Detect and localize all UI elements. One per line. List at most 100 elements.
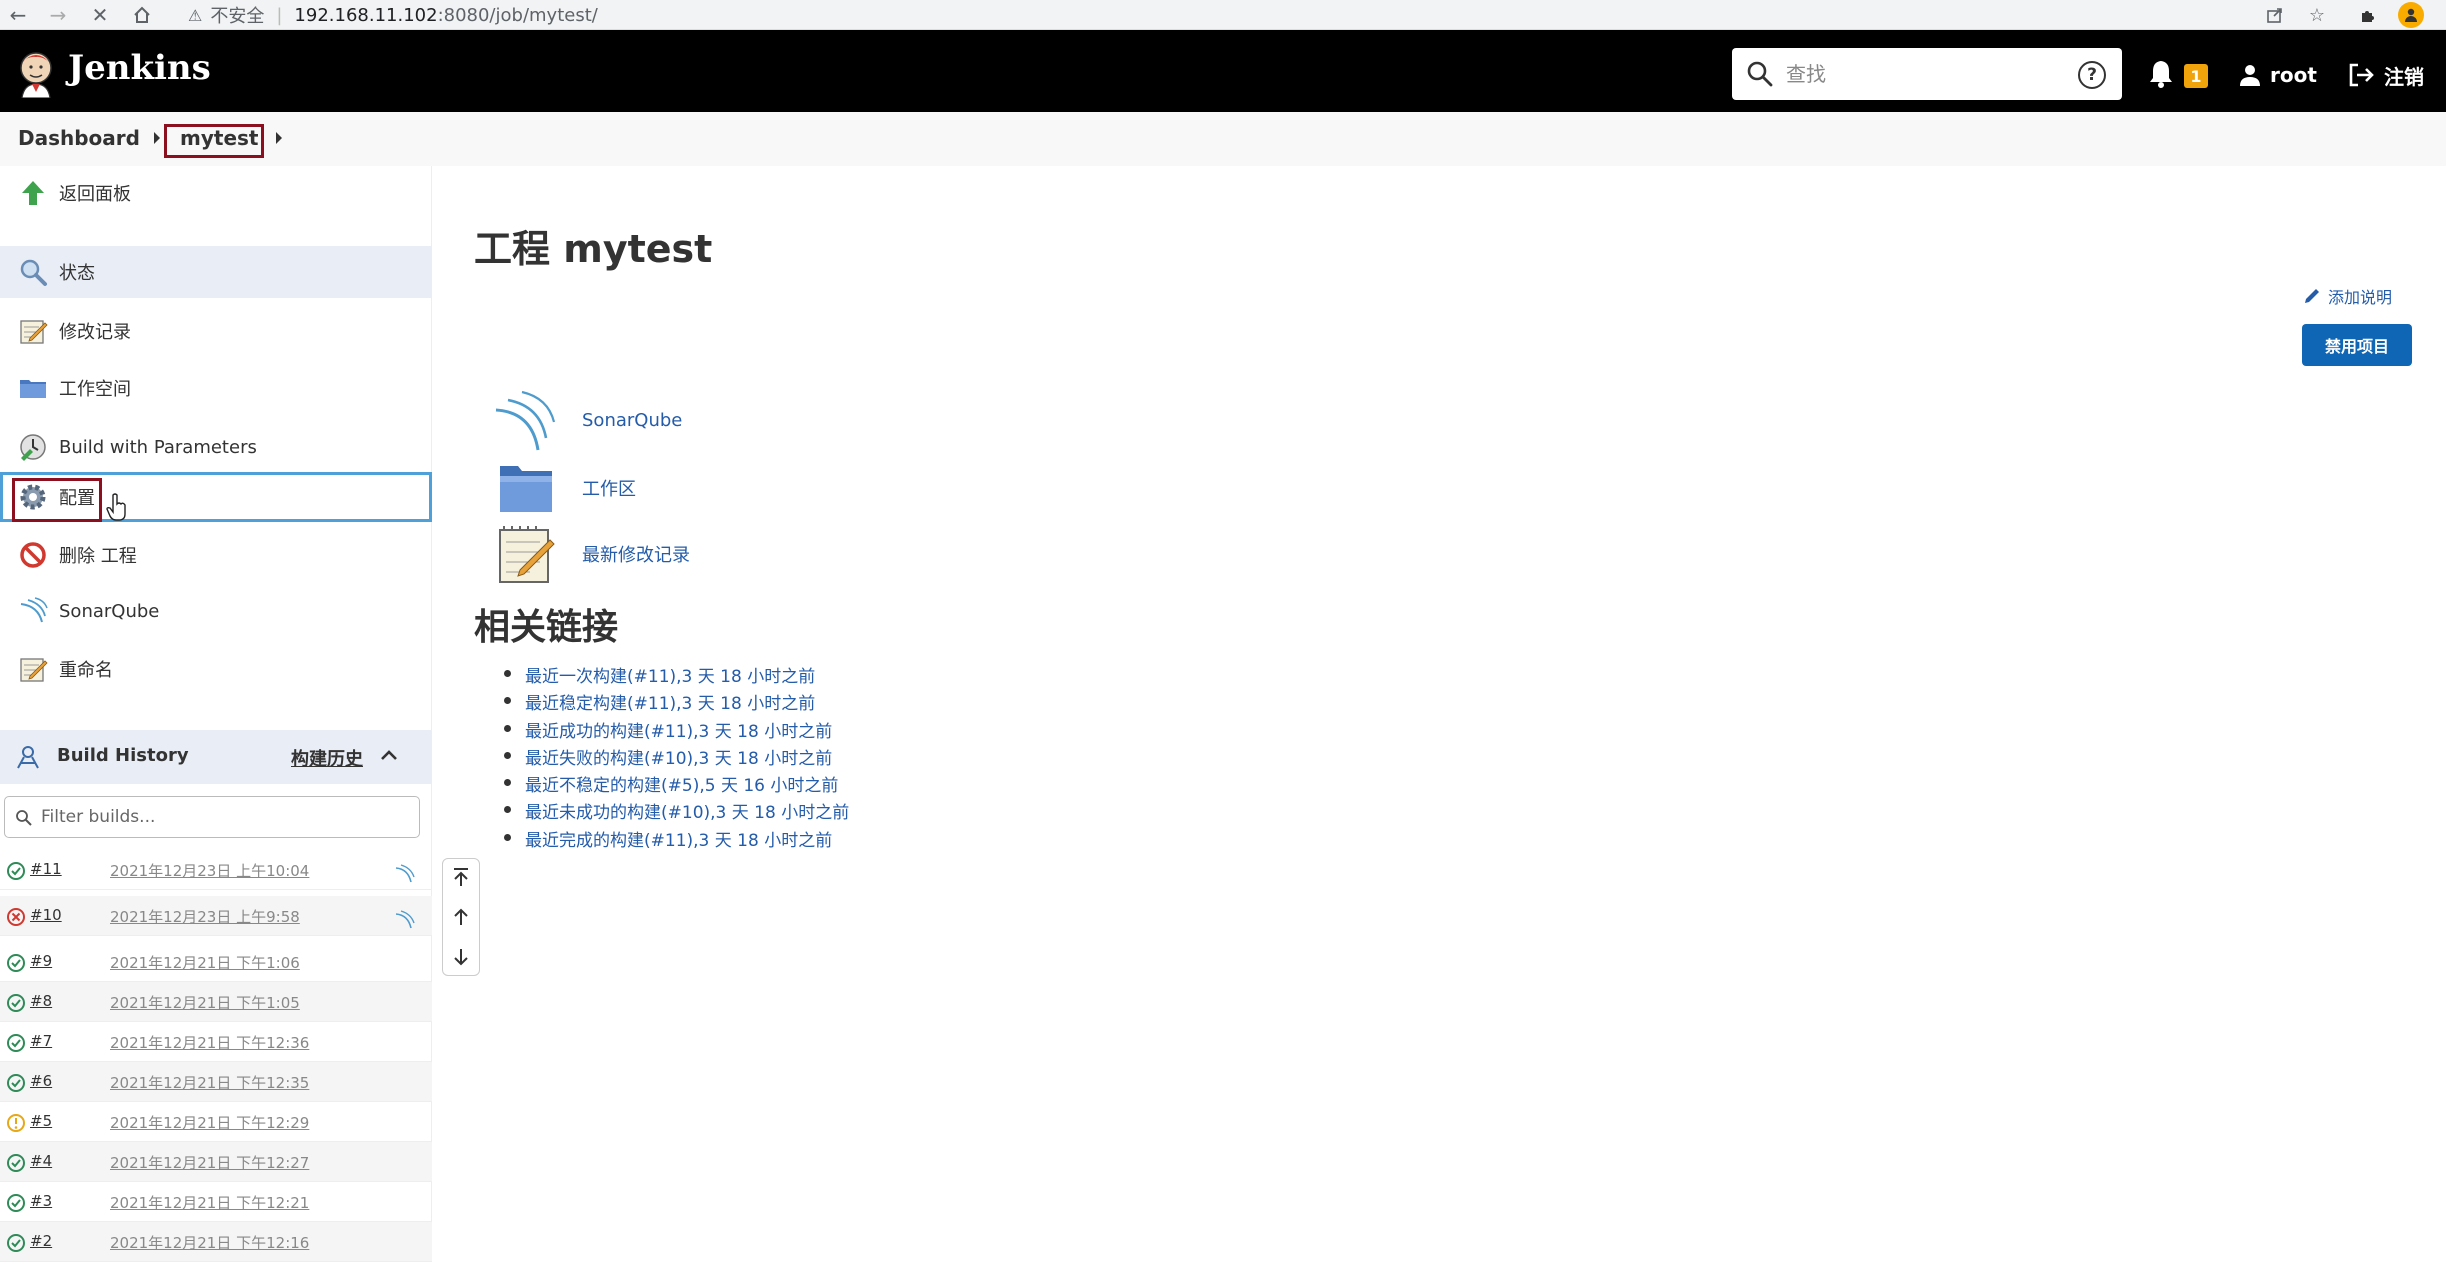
share-icon[interactable] xyxy=(2262,3,2288,27)
sidebar-item-label: 工作空间 xyxy=(59,379,131,400)
pencil-icon xyxy=(2305,289,2319,303)
build-row: #11 2021年12月23日 上午10:04 xyxy=(0,850,432,890)
breadcrumb-arrow-icon[interactable] xyxy=(276,132,282,144)
breadcrumb: Dashboard mytest xyxy=(0,112,2446,166)
logout-link[interactable]: 注销 xyxy=(2348,60,2424,90)
sidebar-item-status[interactable]: 状态 xyxy=(0,246,432,298)
add-description-link[interactable]: 添加说明 xyxy=(2302,284,2392,308)
build-date-link[interactable]: 2021年12月21日 下午12:27 xyxy=(110,1152,309,1173)
build-date-link[interactable]: 2021年12月21日 下午12:16 xyxy=(110,1232,309,1253)
sidebar-item-changes[interactable]: 修改记录 xyxy=(0,302,432,360)
build-date-link[interactable]: 2021年12月23日 上午10:04 xyxy=(110,860,309,881)
jenkins-logo-icon[interactable] xyxy=(14,48,58,98)
user-icon xyxy=(2240,65,2260,86)
scroll-down-icon[interactable] xyxy=(451,945,471,969)
build-date-link[interactable]: 2021年12月21日 下午12:29 xyxy=(110,1112,309,1133)
bell-icon[interactable] xyxy=(2148,58,2174,88)
help-icon[interactable]: ? xyxy=(2078,61,2106,89)
build-number-link[interactable]: #11 xyxy=(30,860,62,878)
build-date-link[interactable]: 2021年12月21日 下午12:36 xyxy=(110,1032,309,1053)
action-label: 最新修改记录 xyxy=(582,545,690,566)
breadcrumb-dashboard[interactable]: Dashboard xyxy=(18,126,140,150)
build-clock-icon xyxy=(20,434,46,461)
permalink-last-build[interactable]: 最近一次构建(#11),3 天 18 小时之前 xyxy=(502,662,849,689)
filter-builds-input[interactable] xyxy=(41,803,401,831)
notepad-icon xyxy=(499,526,555,583)
sidebar-item-rename[interactable]: 重命名 xyxy=(0,640,432,698)
build-history-icon xyxy=(17,746,39,769)
url-host: 192.168.11.102 xyxy=(294,4,438,26)
build-row: #7 2021年12月21日 下午12:36 xyxy=(0,1022,432,1062)
build-date-link[interactable]: 2021年12月21日 下午12:21 xyxy=(110,1192,309,1213)
sidebar-item-label: 状态 xyxy=(59,263,95,284)
folder-icon xyxy=(500,466,552,512)
address-bar[interactable]: ⚠ 不安全 | 192.168.11.102 :8080/job/mytest/ xyxy=(176,0,2256,30)
action-recent-changes[interactable]: 最新修改记录 xyxy=(494,522,690,586)
build-number-link[interactable]: #2 xyxy=(30,1232,52,1250)
sonarqube-icon[interactable] xyxy=(394,862,416,884)
sonarqube-icon xyxy=(20,597,48,623)
breadcrumb-arrow-icon[interactable] xyxy=(154,132,160,144)
build-number-link[interactable]: #3 xyxy=(30,1192,52,1210)
build-number-link[interactable]: #5 xyxy=(30,1112,52,1130)
build-date-link[interactable]: 2021年12月21日 下午12:35 xyxy=(110,1072,309,1093)
search-input[interactable] xyxy=(1786,56,2056,92)
url-separator: | xyxy=(276,4,283,26)
build-history-link[interactable]: 构建历史 xyxy=(291,745,363,771)
permalink-last-successful[interactable]: 最近成功的构建(#11),3 天 18 小时之前 xyxy=(502,717,849,744)
search-icon xyxy=(1747,61,1773,87)
notepad-icon xyxy=(20,320,48,344)
search-box: ? xyxy=(1732,48,2122,100)
security-label: 不安全 xyxy=(210,6,265,27)
user-menu[interactable]: root xyxy=(2238,60,2317,90)
build-number-link[interactable]: #6 xyxy=(30,1072,52,1090)
build-number-link[interactable]: #8 xyxy=(30,992,52,1010)
sidebar-item-sonarqube[interactable]: SonarQube xyxy=(0,582,432,640)
no-entry-icon xyxy=(20,542,46,568)
bookmark-star-icon[interactable]: ☆ xyxy=(2304,3,2330,27)
sidebar-item-back-to-dashboard[interactable]: 返回面板 xyxy=(0,166,432,220)
build-date-link[interactable]: 2021年12月21日 下午1:06 xyxy=(110,952,300,973)
notification-badge[interactable]: 1 xyxy=(2184,64,2208,88)
permalink-last-unstable[interactable]: 最近不稳定的构建(#5),5 天 16 小时之前 xyxy=(502,771,849,798)
profile-icon[interactable] xyxy=(2398,2,2424,28)
build-row: #4 2021年12月21日 下午12:27 xyxy=(0,1142,432,1182)
permalink-last-unsuccessful[interactable]: 最近未成功的构建(#10),3 天 18 小时之前 xyxy=(502,798,849,825)
build-row: #2 2021年12月21日 下午12:16 xyxy=(0,1222,432,1262)
scroll-up-icon[interactable] xyxy=(451,905,471,929)
brand-name[interactable]: Jenkins xyxy=(68,48,211,88)
status-success-icon xyxy=(7,1154,25,1172)
status-failed-icon xyxy=(7,908,25,926)
page-title: 工程 mytest xyxy=(474,227,713,271)
sonarqube-icon[interactable] xyxy=(394,908,416,930)
permalink-last-completed[interactable]: 最近完成的构建(#11),3 天 18 小时之前 xyxy=(502,826,849,853)
build-number-link[interactable]: #10 xyxy=(30,906,62,924)
stop-icon[interactable]: ✕ xyxy=(88,3,112,27)
status-success-icon xyxy=(7,1074,25,1092)
permalink-last-stable[interactable]: 最近稳定构建(#11),3 天 18 小时之前 xyxy=(502,689,849,716)
sidebar-item-delete-project[interactable]: 删除 工程 xyxy=(0,526,432,584)
chevron-up-icon[interactable] xyxy=(380,748,398,762)
status-success-icon xyxy=(7,1034,25,1052)
action-sonarqube[interactable]: SonarQube xyxy=(494,388,682,452)
build-number-link[interactable]: #9 xyxy=(30,952,52,970)
action-workspace[interactable]: 工作区 xyxy=(494,456,636,520)
build-row: #9 2021年12月21日 下午1:06 xyxy=(0,942,432,982)
sidebar-item-workspace[interactable]: 工作空间 xyxy=(0,360,432,416)
back-icon[interactable]: ← xyxy=(6,3,30,27)
build-number-link[interactable]: #7 xyxy=(30,1032,52,1050)
home-icon[interactable] xyxy=(130,3,154,27)
permalink-last-failed[interactable]: 最近失败的构建(#10),3 天 18 小时之前 xyxy=(502,744,849,771)
sidebar-item-build-with-parameters[interactable]: Build with Parameters xyxy=(0,418,432,476)
build-date-link[interactable]: 2021年12月23日 上午9:58 xyxy=(110,906,300,927)
disable-project-button[interactable]: 禁用项目 xyxy=(2302,324,2412,366)
build-date-link[interactable]: 2021年12月21日 下午1:05 xyxy=(110,992,300,1013)
scroll-controls xyxy=(442,858,480,976)
annotation-box xyxy=(12,478,102,522)
scroll-top-icon[interactable] xyxy=(451,865,471,889)
extensions-icon[interactable] xyxy=(2355,3,2381,27)
forward-icon[interactable]: → xyxy=(46,3,70,27)
build-number-link[interactable]: #4 xyxy=(30,1152,52,1170)
sidebar-item-label: 修改记录 xyxy=(59,322,131,343)
build-row: #10 2021年12月23日 上午9:58 xyxy=(0,896,432,936)
